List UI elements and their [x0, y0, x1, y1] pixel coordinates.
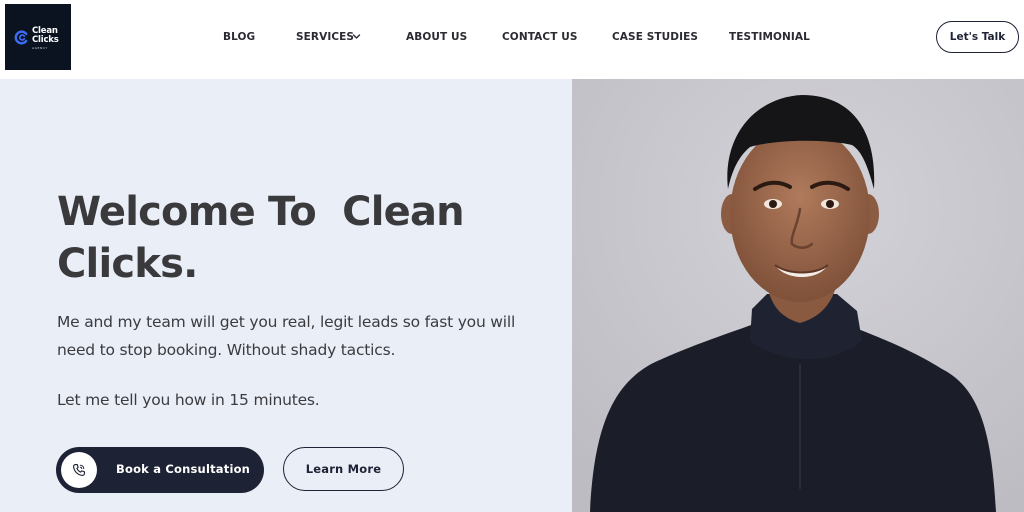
- book-consultation-label: Book a Consultation: [116, 462, 251, 476]
- hero-tagline: Let me tell you how in 15 minutes.: [57, 391, 320, 409]
- logo-c-icon: [14, 30, 28, 45]
- hero-title: Welcome To Clean Clicks.: [57, 189, 465, 287]
- nav-services[interactable]: SERVICES: [296, 31, 354, 43]
- nav-contact-us[interactable]: CONTACT US: [502, 31, 578, 43]
- nav-about-us[interactable]: ABOUT US: [406, 31, 467, 43]
- logo-subtitle: AGENCY: [32, 46, 48, 50]
- hero-portrait-photo: [572, 79, 1024, 512]
- learn-more-button[interactable]: Learn More: [283, 447, 404, 491]
- logo-line-2: Clicks: [32, 34, 59, 45]
- hero-description: Me and my team will get you real, legit …: [57, 313, 516, 359]
- nav-case-studies[interactable]: CASE STUDIES: [612, 31, 698, 43]
- phone-icon-wrap: [61, 452, 97, 488]
- logo-wordmark: Clean Clicks: [32, 27, 59, 44]
- site-header: Clean Clicks AGENCY BLOG SERVICES ABOUT …: [0, 0, 1024, 79]
- nav-blog[interactable]: BLOG: [223, 31, 255, 43]
- phone-icon: [73, 464, 85, 476]
- brand-logo[interactable]: Clean Clicks AGENCY: [5, 4, 71, 70]
- nav-testimonial[interactable]: TESTIMONIAL: [729, 31, 810, 43]
- book-consultation-button[interactable]: Book a Consultation: [56, 447, 264, 493]
- lets-talk-button[interactable]: Let's Talk: [936, 21, 1019, 53]
- chevron-down-icon[interactable]: [352, 33, 361, 40]
- portrait-illustration: [572, 79, 1024, 512]
